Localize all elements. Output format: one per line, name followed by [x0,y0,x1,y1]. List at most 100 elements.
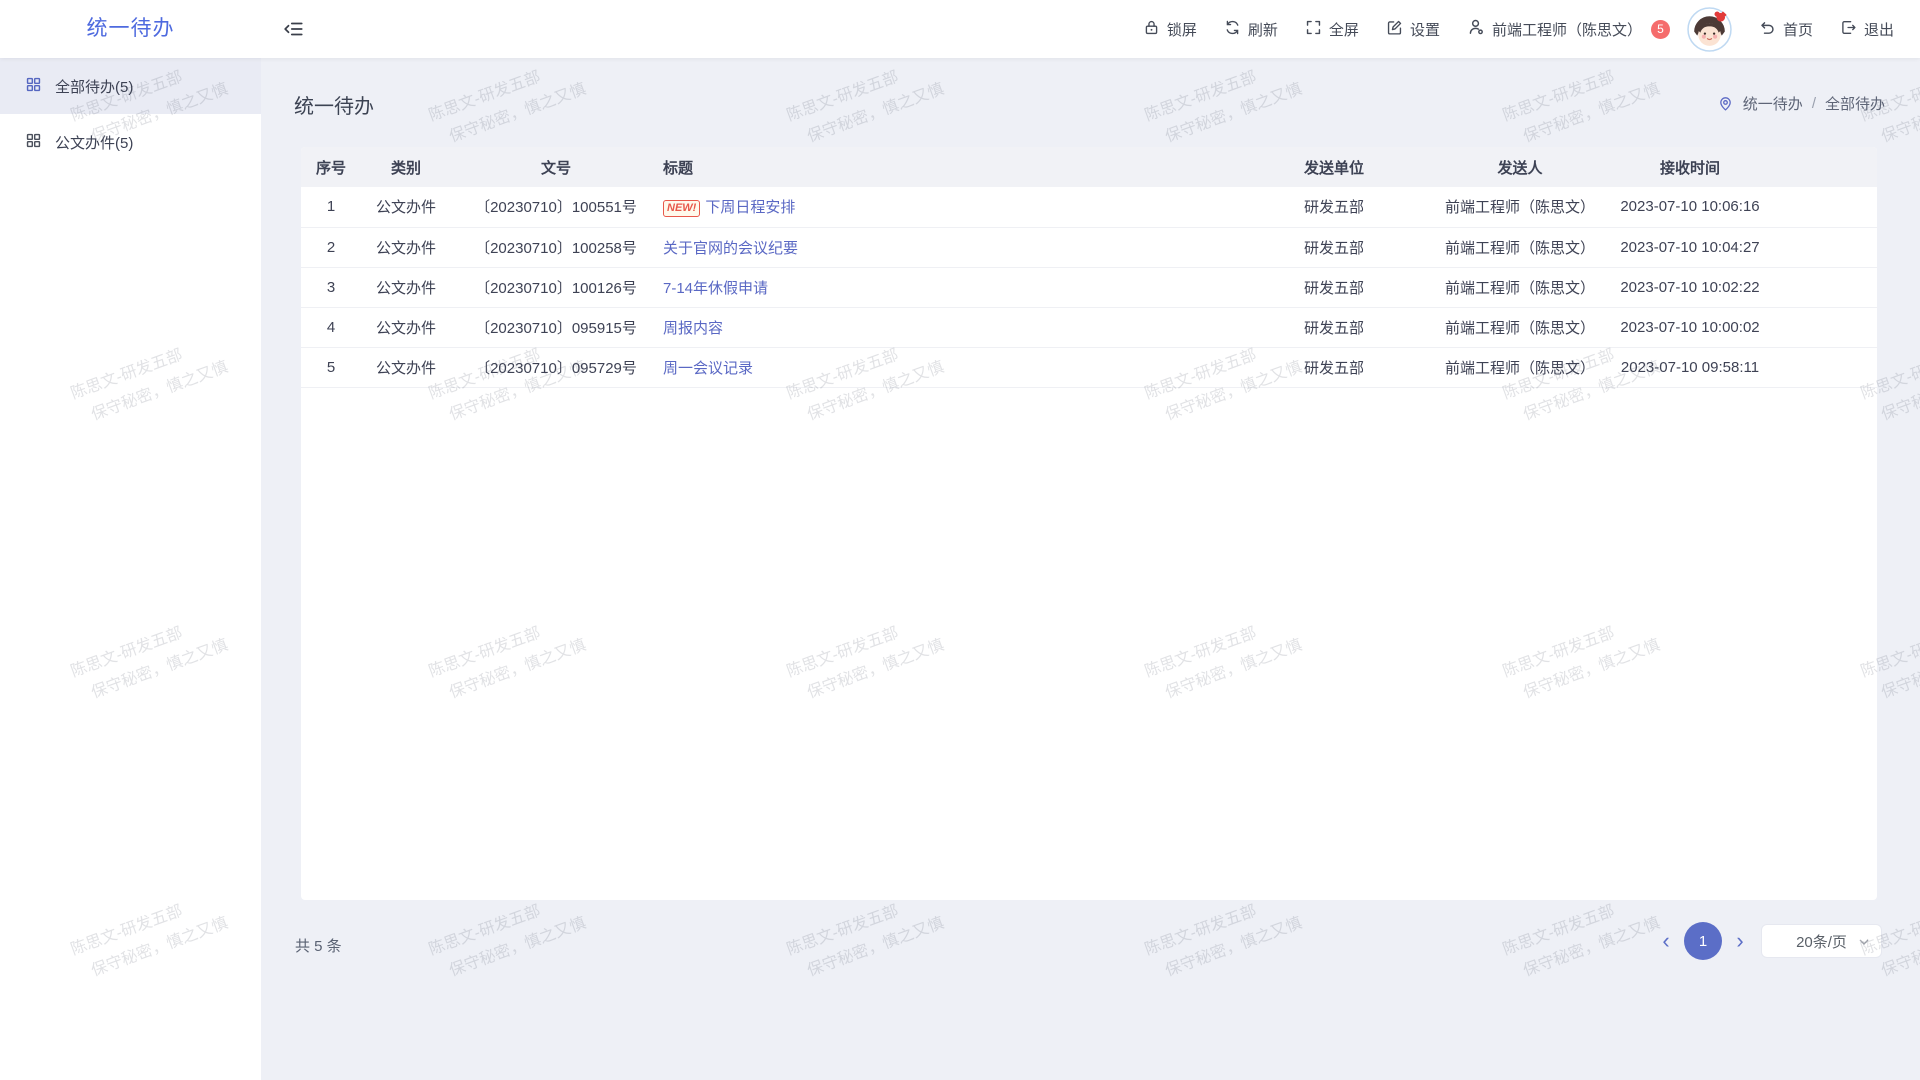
sidebar-item-all-todos[interactable]: 全部待办(5) [0,58,261,114]
doc-title-link[interactable]: 7-14年休假申请 [663,280,768,297]
logout-icon [1840,19,1857,40]
top-header: 统一待办 锁屏 刷新 [0,0,1920,58]
row-doc-no: 〔20230710〕095729号 [451,347,661,387]
row-filler [1775,227,1877,267]
refresh-label: 刷新 [1248,19,1278,40]
row-time: 2023-07-10 10:04:27 [1605,227,1775,267]
location-pin-icon [1717,95,1734,112]
edit-square-icon [1386,19,1403,40]
refresh-button[interactable]: 刷新 [1224,19,1278,40]
sidebar: 全部待办(5) 公文办件(5) [0,58,261,1080]
row-unit: 研发五部 [1233,267,1435,307]
sidebar-collapse-button[interactable] [282,18,306,40]
row-title-cell: 关于官网的会议纪要 [661,227,1233,267]
column-header-category: 类别 [361,147,451,187]
app-logo: 统一待办 [0,0,261,58]
row-index: 5 [301,347,361,387]
grid-icon [25,76,42,97]
table-card: 序号 类别 文号 标题 发送单位 发送人 接收时间 1公文办件〔20230710… [301,147,1877,900]
breadcrumb: 统一待办 / 全部待办 [1717,93,1885,114]
fullscreen-icon [1305,19,1322,40]
page-size-value: 20条/页 [1796,931,1847,952]
table-header-row: 序号 类别 文号 标题 发送单位 发送人 接收时间 [301,147,1877,187]
page-size-select[interactable]: 20条/页 [1761,924,1882,958]
user-menu-button[interactable]: 前端工程师（陈思文） [1467,18,1642,40]
grid-icon [25,132,42,153]
home-button[interactable]: 首页 [1759,19,1813,40]
row-category: 公文办件 [361,227,451,267]
table-row: 2公文办件〔20230710〕100258号关于官网的会议纪要研发五部前端工程师… [301,227,1877,267]
row-filler [1775,187,1877,227]
logout-label: 退出 [1864,19,1894,40]
doc-title-link[interactable]: 周一会议记录 [663,360,753,377]
row-time: 2023-07-10 09:58:11 [1605,347,1775,387]
row-filler [1775,347,1877,387]
todo-table: 序号 类别 文号 标题 发送单位 发送人 接收时间 1公文办件〔20230710… [301,147,1877,388]
row-index: 3 [301,267,361,307]
column-header-sender: 发送人 [1435,147,1605,187]
doc-title-link[interactable]: 下周日程安排 [705,199,795,216]
row-index: 4 [301,307,361,347]
main-content: 统一待办 统一待办 / 全部待办 序号 类别 文号 标题 发送单位 [261,58,1920,1080]
row-category: 公文办件 [361,307,451,347]
fullscreen-label: 全屏 [1329,19,1359,40]
column-header-no: 序号 [301,147,361,187]
breadcrumb-item-current: 全部待办 [1825,93,1885,114]
sidebar-item-label: 全部待办(5) [55,76,133,97]
column-header-title: 标题 [661,147,1233,187]
row-doc-no: 〔20230710〕100126号 [451,267,661,307]
row-unit: 研发五部 [1233,227,1435,267]
row-unit: 研发五部 [1233,307,1435,347]
row-doc-no: 〔20230710〕095915号 [451,307,661,347]
lock-icon [1143,19,1160,40]
row-unit: 研发五部 [1233,347,1435,387]
row-sender: 前端工程师（陈思文） [1435,307,1605,347]
refresh-icon [1224,19,1241,40]
breadcrumb-separator: / [1812,95,1816,112]
page-title: 统一待办 [294,90,374,119]
pagination: ‹ 1 › 20条/页 [1654,922,1882,960]
table-body: 1公文办件〔20230710〕100551号NEW!下周日程安排研发五部前端工程… [301,187,1877,387]
sidebar-item-label: 公文办件(5) [55,132,133,153]
row-time: 2023-07-10 10:06:16 [1605,187,1775,227]
header-toolbar: 锁屏 刷新 全屏 [1116,0,1894,58]
new-badge: NEW! [663,200,700,217]
row-filler [1775,267,1877,307]
table-row: 5公文办件〔20230710〕095729号周一会议记录研发五部前端工程师（陈思… [301,347,1877,387]
page-number-button[interactable]: 1 [1684,922,1722,960]
lock-screen-button[interactable]: 锁屏 [1143,19,1197,40]
row-time: 2023-07-10 10:02:22 [1605,267,1775,307]
prev-page-button[interactable]: ‹ [1654,922,1678,960]
row-index: 1 [301,187,361,227]
row-title-cell: 周一会议记录 [661,347,1233,387]
doc-title-link[interactable]: 关于官网的会议纪要 [663,240,798,257]
settings-button[interactable]: 设置 [1386,19,1440,40]
row-title-cell: 周报内容 [661,307,1233,347]
next-page-button[interactable]: › [1728,922,1752,960]
settings-label: 设置 [1410,19,1440,40]
total-count: 共 5 条 [295,935,342,956]
home-label: 首页 [1783,19,1813,40]
row-filler [1775,307,1877,347]
column-header-doc-no: 文号 [451,147,661,187]
breadcrumb-item-root[interactable]: 统一待办 [1743,93,1803,114]
row-index: 2 [301,227,361,267]
todo-count-badge: 5 [1651,20,1670,39]
table-row: 3公文办件〔20230710〕100126号7-14年休假申请 研发五部前端工程师… [301,267,1877,307]
column-header-filler [1775,147,1877,187]
user-avatar[interactable] [1687,7,1732,52]
sidebar-item-official-docs[interactable]: 公文办件(5) [0,114,261,170]
user-name-label: 前端工程师（陈思文） [1492,19,1642,40]
row-category: 公文办件 [361,347,451,387]
table-row: 1公文办件〔20230710〕100551号NEW!下周日程安排研发五部前端工程… [301,187,1877,227]
row-title-cell: NEW! 下周日程安排 [661,187,1233,227]
row-sender: 前端工程师（陈思文） [1435,227,1605,267]
row-sender: 前端工程师（陈思文） [1435,267,1605,307]
row-category: 公文办件 [361,267,451,307]
user-icon [1467,18,1485,40]
fullscreen-button[interactable]: 全屏 [1305,19,1359,40]
doc-title-link[interactable]: 周报内容 [663,320,723,337]
row-time: 2023-07-10 10:00:02 [1605,307,1775,347]
row-unit: 研发五部 [1233,187,1435,227]
logout-button[interactable]: 退出 [1840,19,1894,40]
